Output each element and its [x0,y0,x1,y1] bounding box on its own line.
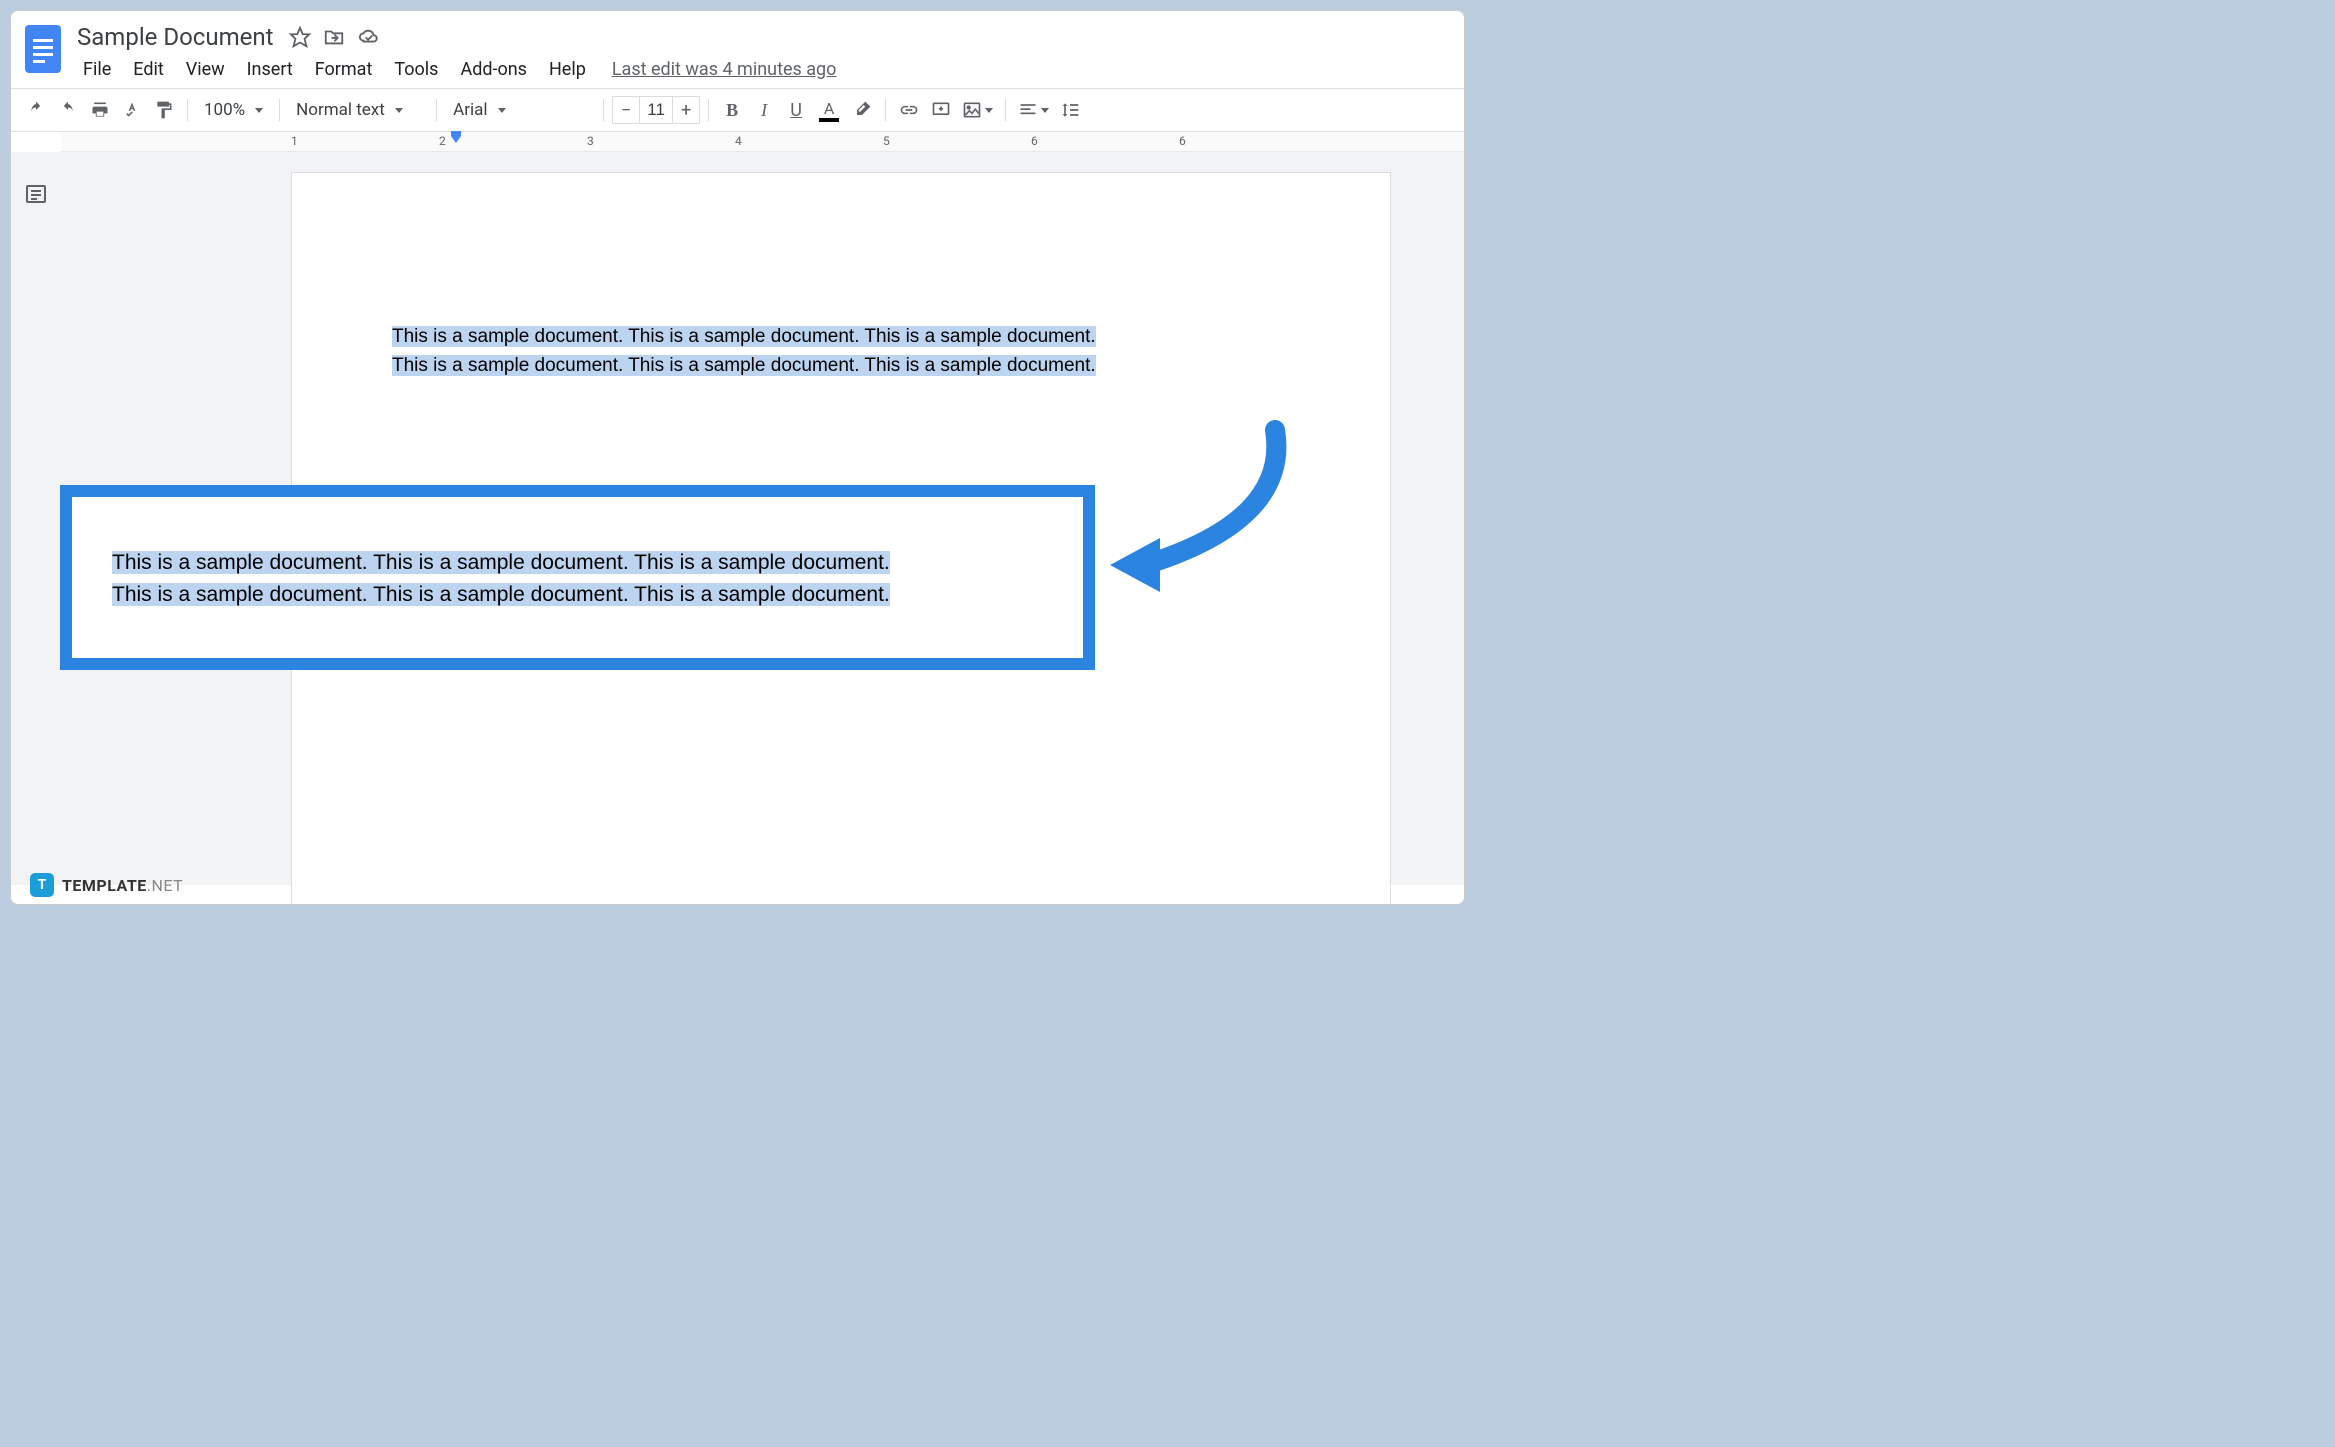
increase-font-button[interactable]: + [673,97,699,123]
outline-button[interactable] [24,182,48,885]
ruler[interactable]: 1 2 3 4 5 6 6 [61,132,1464,152]
underline-button[interactable]: U [781,95,811,125]
menubar: File Edit View Insert Format Tools Add-o… [73,55,1452,88]
undo-button[interactable] [21,95,51,125]
selected-text-line2: This is a sample document. This is a sam… [392,355,1096,376]
italic-button[interactable]: I [749,95,779,125]
chevron-down-icon [255,108,263,113]
add-comment-button[interactable] [926,95,956,125]
ruler-mark: 6 [1031,134,1038,148]
redo-button[interactable] [53,95,83,125]
menu-addons[interactable]: Add-ons [450,55,537,84]
star-icon[interactable] [289,26,311,48]
chevron-down-icon [498,108,506,113]
bold-button[interactable]: B [717,95,747,125]
callout-line1: This is a sample document. This is a sam… [112,551,890,574]
spellcheck-button[interactable] [117,95,147,125]
callout-line2: This is a sample document. This is a sam… [112,583,890,606]
indent-marker[interactable] [448,130,464,149]
chevron-down-icon [1041,108,1049,113]
menu-edit[interactable]: Edit [123,55,173,84]
last-edit-link[interactable]: Last edit was 4 minutes ago [612,59,837,80]
font-value: Arial [453,100,487,120]
cloud-status-icon[interactable] [357,26,381,48]
watermark-icon: T [30,873,54,897]
menu-file[interactable]: File [73,55,121,84]
menu-tools[interactable]: Tools [384,55,448,84]
ruler-mark: 6 [1179,134,1186,148]
insert-link-button[interactable] [894,95,924,125]
insert-image-button[interactable] [958,95,997,125]
move-folder-icon[interactable] [323,26,345,48]
toolbar: 100% Normal text Arial − + B I U A [11,88,1464,132]
decrease-font-button[interactable]: − [613,97,639,123]
watermark: T TEMPLATE.NET [30,873,183,897]
highlight-button[interactable] [847,95,877,125]
style-dropdown[interactable]: Normal text [288,95,428,125]
menu-view[interactable]: View [176,55,235,84]
print-button[interactable] [85,95,115,125]
menu-help[interactable]: Help [539,55,596,84]
arrow-annotation [1080,420,1300,604]
callout-box: This is a sample document. This is a sam… [60,485,1095,670]
chevron-down-icon [985,108,993,113]
chevron-down-icon [395,108,403,113]
menu-insert[interactable]: Insert [237,55,303,84]
ruler-mark: 4 [735,134,742,148]
selected-text-line1: This is a sample document. This is a sam… [392,326,1096,347]
font-dropdown[interactable]: Arial [445,95,595,125]
font-size-control: − + [612,96,700,124]
style-value: Normal text [296,100,385,120]
ruler-mark: 5 [883,134,890,148]
ruler-mark: 2 [439,134,446,148]
line-spacing-button[interactable] [1055,95,1085,125]
zoom-value: 100% [204,100,245,120]
document-paragraph[interactable]: This is a sample document. This is a sam… [392,323,1290,380]
docs-logo[interactable] [23,23,63,75]
align-button[interactable] [1014,95,1053,125]
document-title[interactable]: Sample Document [73,23,277,51]
zoom-dropdown[interactable]: 100% [196,95,271,125]
watermark-text: TEMPLATE.NET [62,876,183,895]
font-size-input[interactable] [639,97,673,123]
ruler-mark: 3 [587,134,594,148]
text-color-button[interactable]: A [813,95,845,125]
ruler-mark: 1 [291,134,298,148]
paint-format-button[interactable] [149,95,179,125]
menu-format[interactable]: Format [305,55,383,84]
